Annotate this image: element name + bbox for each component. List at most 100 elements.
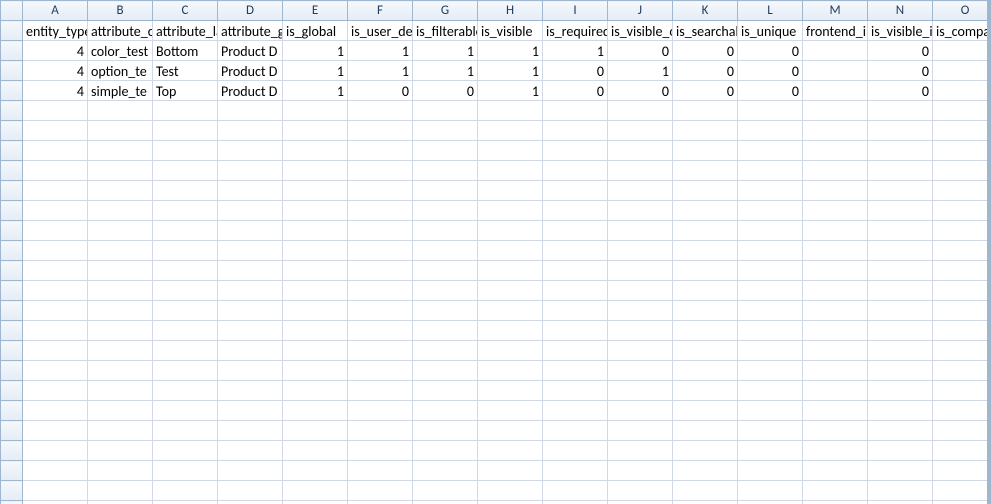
cell[interactable] [803, 461, 868, 481]
cell[interactable] [673, 321, 738, 341]
cell[interactable] [153, 501, 218, 504]
row-head[interactable] [1, 221, 23, 241]
cell[interactable]: Bottom [153, 41, 218, 61]
cell[interactable] [218, 101, 283, 121]
cell[interactable] [413, 281, 478, 301]
cell[interactable] [413, 361, 478, 381]
cell[interactable] [348, 201, 413, 221]
cell[interactable] [283, 161, 348, 181]
cell[interactable] [413, 221, 478, 241]
cell[interactable] [803, 281, 868, 301]
cell[interactable] [933, 461, 991, 481]
cell[interactable] [673, 121, 738, 141]
row-head[interactable] [1, 261, 23, 281]
cell[interactable] [478, 501, 543, 504]
cell[interactable]: 0 [543, 61, 608, 81]
cell[interactable] [23, 401, 88, 421]
cell[interactable] [673, 401, 738, 421]
cell[interactable]: Product D [218, 61, 283, 81]
cell[interactable] [88, 241, 153, 261]
cell[interactable]: 0 [868, 81, 933, 101]
cell[interactable] [153, 381, 218, 401]
cell[interactable] [23, 361, 88, 381]
row-head[interactable] [1, 421, 23, 441]
col-head-E[interactable]: E [283, 1, 348, 21]
cell[interactable] [803, 261, 868, 281]
cell[interactable]: Test [153, 61, 218, 81]
cell[interactable]: is_visible_on_front [608, 21, 673, 41]
cell[interactable] [413, 441, 478, 461]
cell[interactable] [153, 101, 218, 121]
cell[interactable] [218, 301, 283, 321]
cell[interactable] [543, 261, 608, 281]
cell[interactable] [153, 341, 218, 361]
cell[interactable] [868, 501, 933, 504]
cell[interactable] [478, 261, 543, 281]
cell[interactable] [478, 181, 543, 201]
row-head[interactable] [1, 21, 23, 41]
cell[interactable] [88, 141, 153, 161]
cell[interactable] [23, 261, 88, 281]
cell[interactable] [478, 301, 543, 321]
cell[interactable] [23, 121, 88, 141]
cell[interactable] [608, 341, 673, 361]
cell[interactable]: 1 [478, 61, 543, 81]
cell[interactable] [23, 501, 88, 504]
cell[interactable] [933, 301, 991, 321]
cell[interactable] [88, 161, 153, 181]
cell[interactable] [88, 421, 153, 441]
cell[interactable] [218, 281, 283, 301]
cell[interactable] [803, 121, 868, 141]
row-head[interactable] [1, 401, 23, 421]
cell[interactable] [608, 161, 673, 181]
cell[interactable] [673, 261, 738, 281]
cell[interactable] [283, 221, 348, 241]
cell[interactable] [218, 481, 283, 501]
cell[interactable]: 0 [543, 81, 608, 101]
col-head-G[interactable]: G [413, 1, 478, 21]
cell[interactable] [543, 461, 608, 481]
cell[interactable] [153, 441, 218, 461]
cell[interactable] [803, 301, 868, 321]
cell[interactable] [543, 341, 608, 361]
cell[interactable] [608, 181, 673, 201]
cell[interactable] [348, 401, 413, 421]
cell[interactable] [88, 481, 153, 501]
cell[interactable] [413, 101, 478, 121]
cell[interactable]: 0 [868, 41, 933, 61]
cell[interactable] [348, 301, 413, 321]
cell[interactable] [218, 141, 283, 161]
cell[interactable] [738, 401, 803, 421]
cell[interactable] [348, 141, 413, 161]
cell[interactable] [738, 501, 803, 504]
cell[interactable] [23, 301, 88, 321]
cell[interactable] [868, 341, 933, 361]
cell[interactable] [868, 261, 933, 281]
cell[interactable] [153, 321, 218, 341]
cell[interactable] [543, 201, 608, 221]
cell[interactable] [88, 101, 153, 121]
cell[interactable] [283, 201, 348, 221]
cell[interactable] [803, 101, 868, 121]
cell[interactable] [283, 481, 348, 501]
row-head[interactable] [1, 321, 23, 341]
cell[interactable] [348, 361, 413, 381]
col-head-H[interactable]: H [478, 1, 543, 21]
cell[interactable] [218, 161, 283, 181]
cell[interactable] [23, 461, 88, 481]
cell[interactable] [868, 281, 933, 301]
cell[interactable] [478, 381, 543, 401]
cell[interactable]: 1 [608, 61, 673, 81]
cell[interactable] [608, 321, 673, 341]
cell[interactable] [933, 321, 991, 341]
col-head-D[interactable]: D [218, 1, 283, 21]
cell[interactable] [608, 381, 673, 401]
cell[interactable]: attribute_group [218, 21, 283, 41]
cell[interactable] [218, 341, 283, 361]
row-head[interactable] [1, 81, 23, 101]
cell[interactable]: 1 [283, 61, 348, 81]
cell[interactable] [283, 321, 348, 341]
cell[interactable] [348, 221, 413, 241]
cell[interactable]: color_test [88, 41, 153, 61]
cell[interactable] [803, 441, 868, 461]
